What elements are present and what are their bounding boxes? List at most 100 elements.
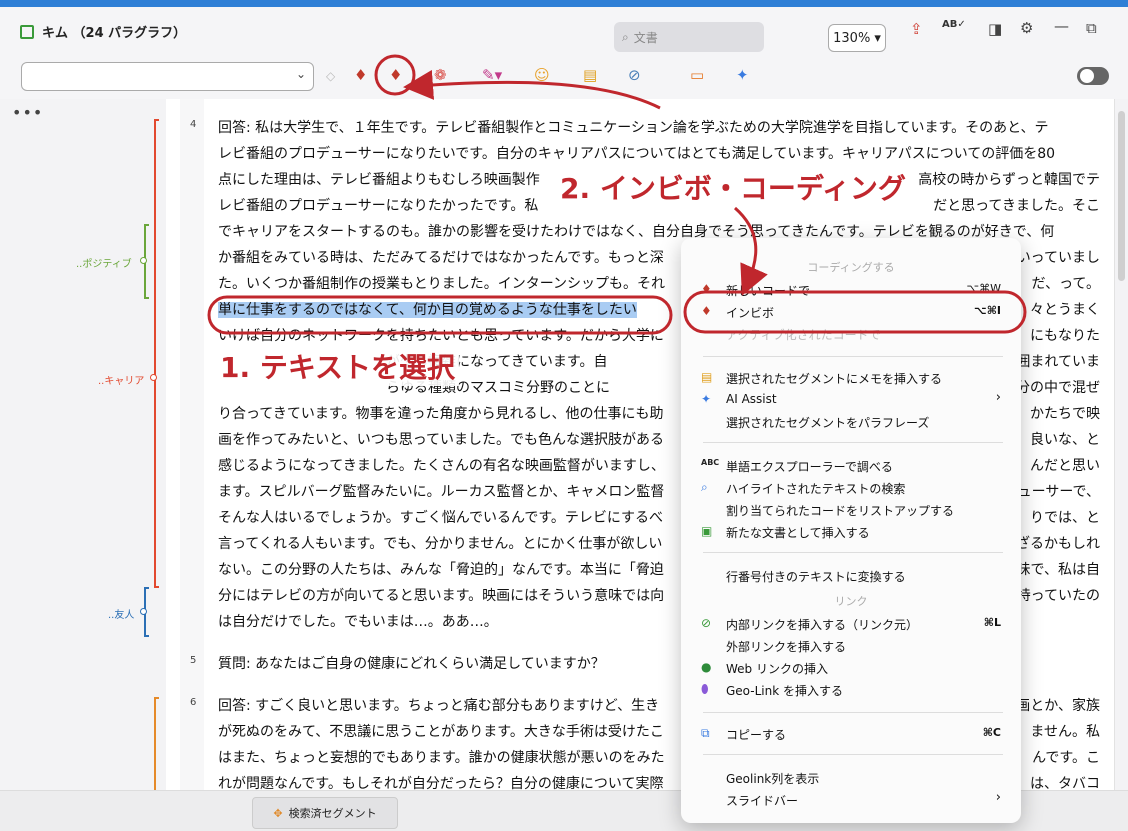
ai-assist-icon: ✦ <box>701 392 712 406</box>
callout-step-1: 1. テキストを選択 <box>216 346 460 386</box>
chevron-down-icon: ⌄ <box>295 67 306 81</box>
menu-item-list-codes[interactable]: 割り当てられたコードをリストアップする <box>726 502 954 519</box>
export-icon[interactable]: ⇪ <box>910 20 923 38</box>
edit-icon[interactable] <box>20 24 34 39</box>
menu-item-insert-as-document[interactable]: 新たな文書として挿入する <box>726 524 870 541</box>
new-document-icon: ▣ <box>701 524 713 538</box>
search-icon: ⌕ <box>701 480 708 494</box>
map-pin-icon: ⬮ <box>701 682 709 696</box>
menu-item-copy[interactable]: コピーする <box>726 726 786 743</box>
search-icon: ⌕ <box>622 29 629 44</box>
menu-item-convert-numbered[interactable]: 行番号付きのテキストに変換する <box>726 568 906 585</box>
code-label-text: ..ポジティブ <box>76 259 132 270</box>
document-title-text: キム （24 パラグラフ） <box>42 26 187 41</box>
gear-icon[interactable]: ⚙ <box>1020 19 1033 37</box>
popout-icon[interactable]: ⧉ <box>1086 19 1097 37</box>
text-fragment: 画とか、家族 <box>1016 698 1100 714</box>
toggle-knob <box>1080 69 1094 83</box>
code-select-dropdown[interactable]: ⌄ <box>21 62 314 91</box>
memo-icon: ▤ <box>701 370 713 384</box>
memo-icon[interactable]: ▤ <box>583 66 597 84</box>
search-input[interactable]: ⌕ 文書 <box>614 22 764 52</box>
menu-divider <box>703 552 1003 553</box>
chevron-down-icon: ▾ <box>874 30 881 46</box>
shortcut-invivo: ⌥⌘I <box>974 304 1001 317</box>
code-label-text: ..キャリア <box>98 376 145 387</box>
code-stripe-career[interactable] <box>154 119 159 588</box>
menu-item-slidebar[interactable]: スライドバー <box>726 792 798 809</box>
paragraph-number: 5 <box>190 655 197 666</box>
new-code-icon: ♦ <box>701 282 712 296</box>
menu-item-word-explorer[interactable]: 単語エクスプローラーで調べる <box>726 458 893 475</box>
text-fragment: んです。こ <box>1032 750 1100 766</box>
paragraph-number-gutter <box>180 99 204 790</box>
menu-divider <box>703 754 1003 755</box>
menu-item-ai-assist[interactable]: AI Assist <box>726 392 777 406</box>
highlighter-icon[interactable]: ✎▾ <box>482 66 502 84</box>
menu-divider <box>703 712 1003 713</box>
spellcheck-icon[interactable]: AB✓ <box>942 19 966 30</box>
ai-assist-icon[interactable]: ✦ <box>736 66 749 84</box>
scrollbar-thumb[interactable] <box>1118 111 1125 281</box>
globe-icon: ● <box>701 660 712 674</box>
code-stripe-dot <box>150 374 157 381</box>
menu-header-coding: コーディングする <box>807 261 895 274</box>
selected-text[interactable]: 単に仕事をするのではなくて、何か目の覚めるような仕事をしたい <box>218 302 637 318</box>
code-stripe-other[interactable] <box>154 697 159 797</box>
chevron-right-icon: › <box>995 390 1001 405</box>
retrieved-segments-tab[interactable]: ✥ 検索済セグメント <box>252 797 398 829</box>
link-icon[interactable]: ⊘ <box>628 66 641 84</box>
document-title: キム （24 パラグラフ） <box>20 22 186 41</box>
copy-icon: ⧉ <box>701 726 710 740</box>
vertical-scrollbar[interactable] <box>1114 99 1128 790</box>
menu-divider <box>703 442 1003 443</box>
search-placeholder: 文書 <box>633 30 658 45</box>
shortcut-internal-link: ⌘L <box>983 616 1001 629</box>
window-accent-bar <box>0 0 1128 7</box>
chevron-right-icon: › <box>995 790 1001 805</box>
code-label-friend[interactable]: ..友人 <box>108 606 134 621</box>
emoticode-icon[interactable]: ☺ <box>534 66 550 84</box>
menu-item-active-code[interactable]: アクティブ化されたコードで <box>726 326 881 343</box>
zoom-select[interactable]: 130% ▾ <box>828 24 886 52</box>
menu-item-invivo[interactable]: インビボ <box>726 304 774 321</box>
menu-item-geo-link[interactable]: Geo-Link を挿入する <box>726 682 843 699</box>
menu-item-geolink-column[interactable]: Geolink列を表示 <box>726 770 819 787</box>
menu-item-insert-memo[interactable]: 選択されたセグメントにメモを挿入する <box>726 370 942 387</box>
paragraph-number: 4 <box>190 119 197 130</box>
code-label-positive[interactable]: ..ポジティブ <box>76 255 132 270</box>
internal-link-icon: ⊘ <box>701 616 712 630</box>
more-options-icon[interactable]: ••• <box>12 103 43 122</box>
menu-item-internal-link[interactable]: 内部リンクを挿入する（リンク元） <box>726 616 918 633</box>
invivo-coding-icon[interactable]: ♦ <box>389 66 402 84</box>
context-menu: コーディングする ♦ 新しいコードで ⌥⌘W ♦ インビボ ⌥⌘I アクティブ化… <box>681 238 1021 823</box>
code-label-career[interactable]: ..キャリア <box>98 372 144 387</box>
retrieved-segments-label: 検索済セグメント <box>288 807 377 820</box>
menu-divider <box>703 356 1003 357</box>
menu-item-paraphrase[interactable]: 選択されたセグメントをパラフレーズ <box>726 414 929 431</box>
zoom-value: 130% <box>833 30 871 46</box>
code-label-text: ..友人 <box>108 610 135 621</box>
text-fragment: ません。私 <box>1030 724 1100 740</box>
menu-item-web-link[interactable]: Web リンクの挿入 <box>726 660 828 677</box>
text-line: レビ番組のプロデューサーになりたいです。自分のキャリアパスについてはとても満足し… <box>218 146 1056 162</box>
edit-mode-toggle[interactable] <box>1077 67 1109 85</box>
minimize-icon[interactable]: — <box>1054 17 1069 35</box>
multi-code-icon[interactable]: ❁ <box>434 66 447 84</box>
code-stripe-dot <box>140 257 147 264</box>
word-explorer-icon: ABC <box>701 458 720 467</box>
menu-header-link: リンク <box>834 595 868 608</box>
paragraph-number: 6 <box>190 697 197 708</box>
invivo-icon: ♦ <box>701 304 712 318</box>
text-line: 回答: 私は大学生で、１年生です。テレビ番組製作とコミュニケーション論を学ぶため… <box>218 120 1049 136</box>
menu-item-external-link[interactable]: 外部リンクを挿入する <box>726 638 846 655</box>
menu-item-new-code[interactable]: 新しいコードで <box>726 282 810 299</box>
panel-toggle-icon[interactable]: ◨ <box>988 20 1002 38</box>
code-stripes-panel: ••• ..キャリア ..ポジティブ ..友人 <box>0 99 166 797</box>
comment-icon[interactable]: ▭ <box>690 66 704 84</box>
menu-item-search-highlighted[interactable]: ハイライトされたテキストの検索 <box>726 480 905 497</box>
diamond-icon: ◇ <box>326 69 336 83</box>
code-stripe-dot <box>140 608 147 615</box>
code-with-new-code-icon[interactable]: ♦ <box>354 66 367 84</box>
title-bar: キム （24 パラグラフ） ⌕ 文書 130% ▾ ⇪ AB✓ ◨ ⚙ — ⧉ <box>0 7 1128 53</box>
